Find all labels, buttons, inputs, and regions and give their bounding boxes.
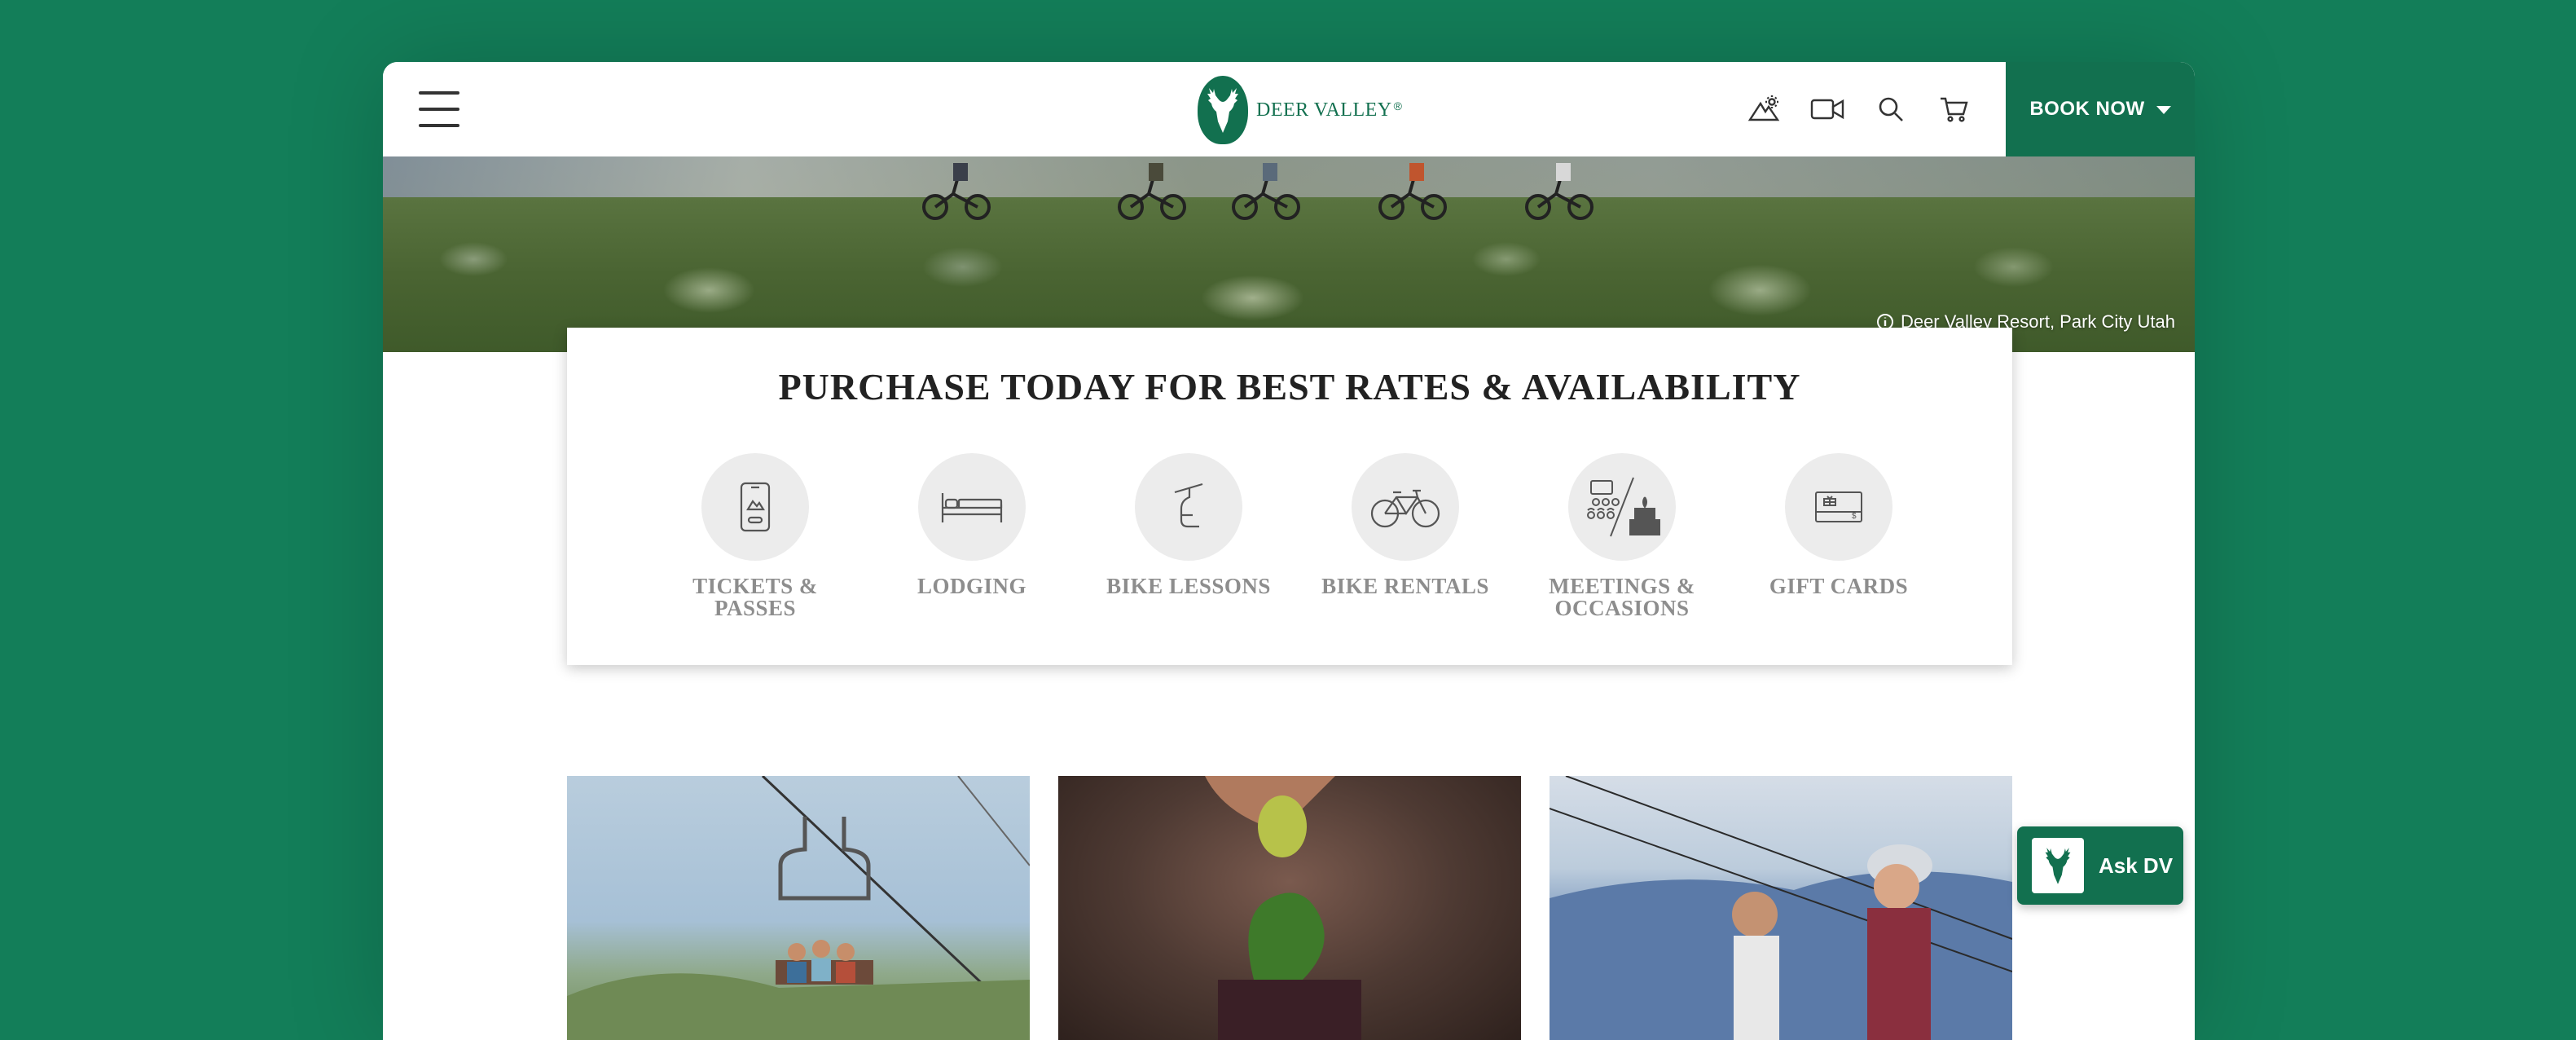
booking-card: PURCHASE TODAY FOR BEST RATES & AVAILABI…: [567, 328, 2012, 665]
option-bike-lessons[interactable]: BIKE LESSONS: [1080, 453, 1297, 619]
header-icons: [1743, 86, 1975, 132]
logo-wordmark: DEER VALLEY: [1256, 99, 1392, 121]
book-now-label: BOOK NOW: [2029, 98, 2145, 120]
rider-silhouette: [1118, 163, 1186, 220]
video-icon[interactable]: [1807, 86, 1848, 132]
bed-icon: [918, 453, 1026, 561]
option-label: MEETINGS & OCCASIONS: [1549, 574, 1695, 620]
option-label: TICKETS & PASSES: [692, 574, 818, 620]
hero-image: Deer Valley Resort, Park City Utah: [383, 156, 2195, 352]
weather-icon[interactable]: [1743, 86, 1784, 132]
deer-valley-logo[interactable]: DEER VALLEY ®: [1198, 75, 1402, 145]
photo-tile-cocktail[interactable]: [1058, 776, 1521, 1040]
photo-tile-scenic-chairlift[interactable]: [567, 776, 1030, 1040]
option-bike-rentals[interactable]: BIKE RENTALS: [1297, 453, 1514, 619]
booking-title: PURCHASE TODAY FOR BEST RATES & AVAILABI…: [778, 366, 1801, 408]
deer-head-icon: [1198, 76, 1248, 144]
option-label: LODGING: [917, 574, 1027, 598]
bikers-photo: [1550, 776, 2012, 1040]
chairlift-photo: [567, 776, 1030, 1040]
option-label: BIKE LESSONS: [1106, 574, 1271, 598]
meetings-cake-icon: [1568, 453, 1676, 561]
option-meetings-occasions[interactable]: MEETINGS & OCCASIONS: [1514, 453, 1730, 619]
gift-card-icon: $: [1785, 453, 1892, 561]
book-now-button[interactable]: BOOK NOW: [2006, 62, 2195, 156]
option-gift-cards[interactable]: $ GIFT CARDS: [1730, 453, 1947, 619]
search-icon[interactable]: [1870, 86, 1911, 132]
site-header: DEER VALLEY ® BOOK NOW: [383, 62, 2195, 156]
rider-silhouette: [1232, 163, 1300, 220]
rider-silhouette: [1378, 163, 1447, 220]
option-label: BIKE RENTALS: [1321, 574, 1489, 598]
browser-page: DEER VALLEY ® BOOK NOW Deer Valley Resor…: [383, 62, 2195, 1040]
photo-tile-mountain-bikers[interactable]: [1550, 776, 2012, 1040]
ask-dv-chat-button[interactable]: Ask DV: [2017, 826, 2183, 905]
svg-text:$: $: [1852, 512, 1857, 521]
rider-silhouette: [922, 163, 991, 220]
registered-mark: ®: [1393, 99, 1402, 112]
caret-down-icon: [2156, 106, 2171, 114]
bicycle-icon: [1352, 453, 1459, 561]
option-label: GIFT CARDS: [1769, 574, 1909, 598]
ask-dv-label: Ask DV: [2099, 853, 2174, 878]
deer-head-icon: [2032, 838, 2084, 893]
cart-icon[interactable]: [1934, 86, 1975, 132]
booking-options: TICKETS & PASSES LODGING BIKE LESSONS BI…: [647, 453, 1947, 619]
option-tickets-passes[interactable]: TICKETS & PASSES: [647, 453, 864, 619]
menu-icon[interactable]: [419, 91, 459, 127]
cocktail-photo: [1205, 776, 1361, 1040]
rider-silhouette: [1525, 163, 1594, 220]
chairlift-icon: [1135, 453, 1242, 561]
ticket-phone-icon: [701, 453, 809, 561]
option-lodging[interactable]: LODGING: [864, 453, 1080, 619]
